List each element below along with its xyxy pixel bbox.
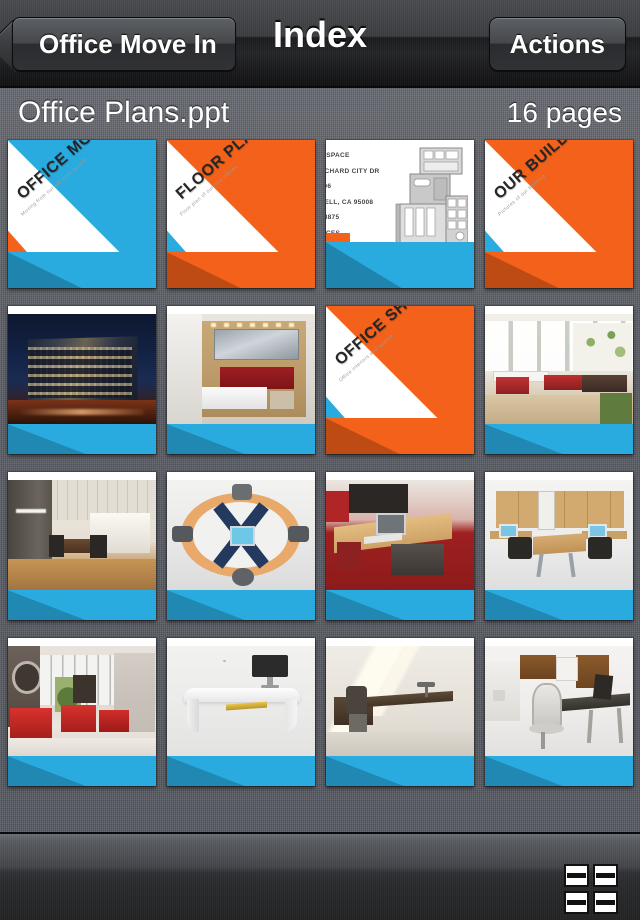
- page-thumbnail[interactable]: FLOOR PLAN Floor plan of our new offices: [166, 140, 315, 288]
- actions-button-label: Actions: [509, 28, 605, 59]
- slide-footer-band: [7, 756, 156, 786]
- slide-footer-band: [7, 590, 156, 620]
- slide-content: [7, 472, 156, 620]
- slide-photo: [484, 646, 633, 756]
- slide-photo: [166, 646, 315, 756]
- slide-content: [7, 638, 156, 786]
- grid-view-icon[interactable]: [564, 864, 618, 914]
- grid-view-icon-cell: [593, 891, 618, 914]
- navigation-bar: Office Move In Index Actions: [0, 0, 640, 88]
- page-thumbnail[interactable]: [325, 472, 474, 620]
- slide-content: E SPACERCHARD CITY DR206BELL, CA 95008. …: [325, 140, 474, 288]
- slide-footer-band: [166, 590, 315, 620]
- slide-content: [325, 638, 474, 786]
- back-button-label: Office Move In: [39, 28, 217, 59]
- page-thumbnail[interactable]: OUR BUILDING Pictures of our building: [484, 140, 633, 288]
- page-thumbnail[interactable]: [484, 472, 633, 620]
- slide-photo: [325, 646, 474, 756]
- page-thumbnail[interactable]: [166, 306, 315, 454]
- slide-footer-band: [7, 424, 156, 454]
- slide-footer-band: [325, 242, 474, 288]
- slide-photo: [7, 314, 156, 424]
- slide-photo: [7, 646, 156, 756]
- page-thumbnail[interactable]: OFFICE SHOTS Office interiors and spaces: [325, 306, 474, 454]
- page-thumbnail[interactable]: [7, 638, 156, 786]
- slide-content: [166, 306, 315, 454]
- slide-footer-band: [166, 424, 315, 454]
- page-thumbnail[interactable]: [325, 638, 474, 786]
- grid-view-icon-cell: [564, 864, 589, 887]
- slide-content: [325, 472, 474, 620]
- document-page-count: 16 pages: [506, 97, 622, 128]
- actions-button[interactable]: Actions: [488, 17, 626, 71]
- slide-content: [7, 306, 156, 454]
- slide-content: [484, 472, 633, 620]
- bottom-toolbar: [0, 832, 640, 920]
- slide-photo: [7, 480, 156, 590]
- grid-view-icon-cell: [593, 864, 618, 887]
- slide-content: FLOOR PLAN Floor plan of our new offices: [166, 140, 315, 288]
- slide-content: OFFICE SHOTS Office interiors and spaces: [325, 306, 474, 454]
- slide-content: [166, 638, 315, 786]
- grid-view-icon-cell: [564, 891, 589, 914]
- slide-footer-band: [484, 756, 633, 786]
- page-thumbnail[interactable]: [7, 472, 156, 620]
- page-thumbnail[interactable]: OFFICE MOVE Moving from our old work spa…: [7, 140, 156, 288]
- thumbnail-scroll-area[interactable]: OFFICE MOVE Moving from our old work spa…: [0, 138, 640, 838]
- floor-plan-drawing: [395, 147, 468, 245]
- slide-orange-accent: [325, 233, 350, 242]
- page-thumbnail[interactable]: [7, 306, 156, 454]
- slide-photo: [484, 314, 633, 424]
- slide-photo: [166, 314, 315, 424]
- document-header: Office Plans.ppt 16 pages: [0, 88, 640, 138]
- page-thumbnail[interactable]: [166, 638, 315, 786]
- page-thumbnail[interactable]: E SPACERCHARD CITY DR206BELL, CA 95008. …: [325, 140, 474, 288]
- page-thumbnail[interactable]: [484, 638, 633, 786]
- slide-footer-band: [484, 590, 633, 620]
- document-title: Office Plans.ppt: [18, 96, 230, 129]
- slide-photo: [325, 480, 474, 590]
- slide-footer-band: [325, 756, 474, 786]
- index-screen: Office Move In Index Actions Office Plan…: [0, 0, 640, 920]
- page-thumbnail[interactable]: [166, 472, 315, 620]
- floor-plan-image: [390, 146, 468, 246]
- slide-footer-band: [484, 424, 633, 454]
- page-thumbnail[interactable]: [484, 306, 633, 454]
- slide-photo: [484, 480, 633, 590]
- slide-content: [484, 306, 633, 454]
- slide-content: [484, 638, 633, 786]
- thumbnail-grid: OFFICE MOVE Moving from our old work spa…: [0, 138, 640, 788]
- slide-content: OFFICE MOVE Moving from our old work spa…: [7, 140, 156, 288]
- slide-content: OUR BUILDING Pictures of our building: [484, 140, 633, 288]
- slide-footer-band: [325, 590, 474, 620]
- slide-photo: [166, 480, 315, 590]
- slide-content: [166, 472, 315, 620]
- slide-footer-band: [166, 756, 315, 786]
